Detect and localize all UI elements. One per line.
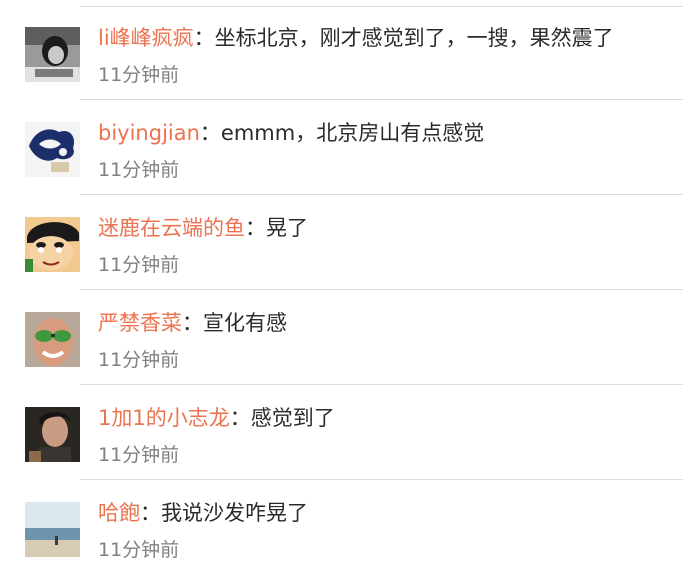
username-link[interactable]: 哈飽 <box>98 501 140 525</box>
username-link[interactable]: 迷鹿在云端的鱼 <box>98 216 245 240</box>
dark-portrait-avatar[interactable] <box>25 407 80 462</box>
comment-item: 1加1的小志龙：感觉到了 11分钟前 <box>0 386 683 480</box>
comment-item: li峰峰疯疯：坐标北京，刚才感觉到了，一搜，果然震了 11分钟前 <box>0 6 683 100</box>
divider <box>80 289 683 290</box>
cartoon-boy-avatar[interactable] <box>25 217 80 272</box>
separator: ： <box>199 121 221 145</box>
comment-text: biyingjian：emmm，北京房山有点感觉 <box>98 119 484 147</box>
username-link[interactable]: li峰峰疯疯 <box>98 26 194 50</box>
timestamp: 11分钟前 <box>98 539 180 561</box>
comment-item: biyingjian：emmm，北京房山有点感觉 11分钟前 <box>0 101 683 195</box>
separator: ： <box>182 311 203 335</box>
comment-body: 感觉到了 <box>250 406 335 430</box>
comment-text: 哈飽：我说沙发咋晃了 <box>98 499 308 527</box>
username-link[interactable]: biyingjian <box>98 121 200 145</box>
username-link[interactable]: 1加1的小志龙 <box>98 406 230 430</box>
comment-text: 严禁香菜：宣化有感 <box>98 309 287 337</box>
comment-item: 哈飽：我说沙发咋晃了 11分钟前 <box>0 481 683 575</box>
beach-scene-avatar[interactable] <box>25 502 80 557</box>
comment-text: 1加1的小志龙：感觉到了 <box>98 404 335 432</box>
separator: ： <box>193 26 215 50</box>
divider <box>80 99 683 100</box>
comment-text: li峰峰疯疯：坐标北京，刚才感觉到了，一搜，果然震了 <box>98 24 614 52</box>
timestamp: 11分钟前 <box>98 159 180 181</box>
username-link[interactable]: 严禁香菜 <box>98 311 182 335</box>
separator: ： <box>229 406 251 430</box>
blue-ink-map-avatar[interactable] <box>25 122 80 177</box>
comment-text: 迷鹿在云端的鱼：晃了 <box>98 214 308 242</box>
separator: ： <box>245 216 266 240</box>
green-sunglasses-face-avatar[interactable] <box>25 312 80 367</box>
separator: ： <box>140 501 161 525</box>
comment-body: 我说沙发咋晃了 <box>161 501 308 525</box>
divider <box>80 479 683 480</box>
comment-body: 晃了 <box>266 216 308 240</box>
divider <box>80 384 683 385</box>
comment-body: 坐标北京，刚才感觉到了，一搜，果然震了 <box>214 26 614 50</box>
divider <box>80 194 683 195</box>
comment-body: emmm，北京房山有点感觉 <box>220 121 485 145</box>
comment-item: 严禁香菜：宣化有感 11分钟前 <box>0 291 683 385</box>
timestamp: 11分钟前 <box>98 444 180 466</box>
timestamp: 11分钟前 <box>98 254 180 276</box>
timestamp: 11分钟前 <box>98 349 180 371</box>
comment-body: 宣化有感 <box>203 311 287 335</box>
comment-item: 迷鹿在云端的鱼：晃了 11分钟前 <box>0 196 683 290</box>
grayscale-portrait-avatar[interactable] <box>25 27 80 82</box>
comment-list: li峰峰疯疯：坐标北京，刚才感觉到了，一搜，果然震了 11分钟前 biyingj… <box>0 0 683 571</box>
timestamp: 11分钟前 <box>98 64 180 86</box>
